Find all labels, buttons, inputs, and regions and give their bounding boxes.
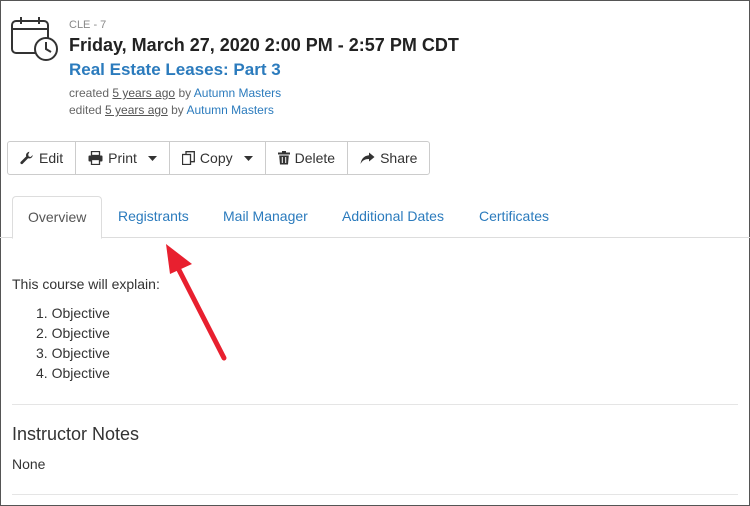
tab-bar: Overview Registrants Mail Manager Additi… — [0, 196, 750, 239]
chevron-down-icon — [147, 155, 157, 161]
share-button[interactable]: Share — [348, 142, 429, 174]
red-arrow-annotation — [166, 244, 227, 361]
delete-label: Delete — [294, 150, 336, 166]
calendar-clock-icon — [11, 17, 58, 61]
created-by: by — [178, 86, 192, 100]
event-code: CLE - 7 — [69, 19, 107, 31]
copy-button[interactable]: Copy — [170, 142, 266, 174]
edit-label: Edit — [39, 150, 64, 166]
list-item: 4. Objective — [36, 365, 110, 381]
trash-icon — [277, 151, 290, 165]
section-divider — [12, 404, 738, 405]
list-item: 1. Objective — [36, 305, 110, 321]
objectives-list: 1. Objective 2. Objective 3. Objective 4… — [36, 305, 110, 385]
edited-info: edited 5 years ago by Autumn Masters — [69, 103, 274, 117]
course-description: This course will explain: — [12, 276, 160, 292]
edited-by: by — [171, 103, 184, 117]
chevron-down-icon — [243, 155, 253, 161]
list-item: 2. Objective — [36, 325, 110, 341]
edited-author-link[interactable]: Autumn Masters — [186, 103, 273, 117]
section-divider — [12, 494, 738, 495]
print-button[interactable]: Print — [76, 142, 170, 174]
wrench-icon — [20, 151, 33, 165]
event-header: CLE - 7 Friday, March 27, 2020 2:00 PM -… — [10, 16, 730, 126]
copy-icon — [181, 151, 195, 165]
created-info: created 5 years ago by Autumn Masters — [69, 86, 281, 100]
created-prefix: created — [69, 86, 110, 100]
share-icon — [360, 152, 375, 164]
print-label: Print — [108, 150, 137, 166]
share-label: Share — [380, 150, 418, 166]
tab-additional-dates[interactable]: Additional Dates — [327, 196, 459, 238]
tab-mail-manager[interactable]: Mail Manager — [208, 196, 323, 238]
tab-certificates[interactable]: Certificates — [464, 196, 564, 238]
created-ago: 5 years ago — [112, 86, 176, 100]
course-title-link[interactable]: Real Estate Leases: Part 3 — [69, 60, 281, 80]
printer-icon — [88, 151, 103, 165]
edited-ago: 5 years ago — [105, 103, 168, 117]
tab-overview[interactable]: Overview — [12, 196, 103, 239]
copy-label: Copy — [199, 150, 233, 166]
delete-button[interactable]: Delete — [266, 142, 349, 174]
action-toolbar: Edit Print Copy Delete Share — [7, 141, 431, 175]
event-datetime: Friday, March 27, 2020 2:00 PM - 2:57 PM… — [69, 35, 459, 55]
edited-prefix: edited — [69, 103, 102, 117]
instructor-notes-heading: Instructor Notes — [12, 424, 140, 444]
created-author-link[interactable]: Autumn Masters — [194, 86, 281, 100]
instructor-notes-value: None — [12, 456, 46, 472]
tab-registrants[interactable]: Registrants — [103, 196, 204, 238]
edit-button[interactable]: Edit — [8, 142, 77, 174]
list-item: 3. Objective — [36, 345, 110, 361]
